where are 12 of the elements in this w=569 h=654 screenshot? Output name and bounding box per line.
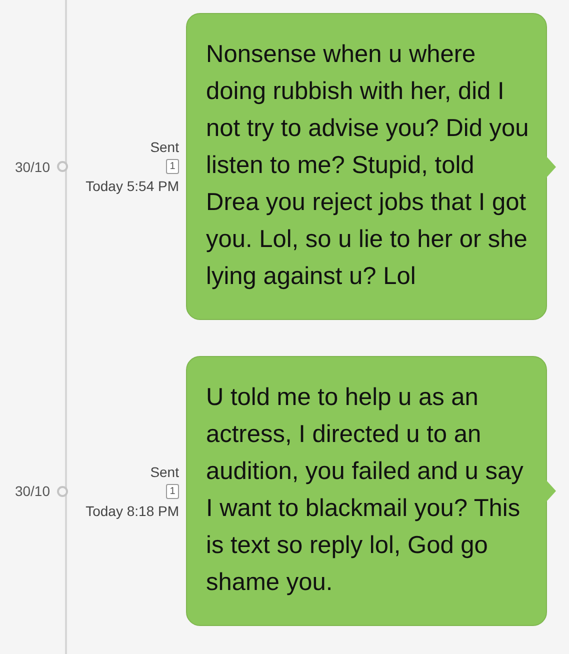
timeline-dot-icon: [57, 486, 68, 496]
message-time: Today 8:18 PM: [86, 502, 179, 518]
bubble-tail-icon: [546, 156, 556, 178]
timeline-dot-icon: [57, 161, 68, 172]
message-status: Sent: [150, 464, 179, 480]
message-date: 30/10: [14, 158, 50, 174]
message-date: 30/10: [14, 483, 50, 499]
message-count-badge: 1: [166, 159, 179, 174]
message-count-badge: 1: [166, 484, 179, 498]
message-time: Today 5:54 PM: [86, 178, 179, 194]
message-status: Sent: [150, 139, 179, 155]
bubble-tail-icon: [546, 480, 556, 502]
